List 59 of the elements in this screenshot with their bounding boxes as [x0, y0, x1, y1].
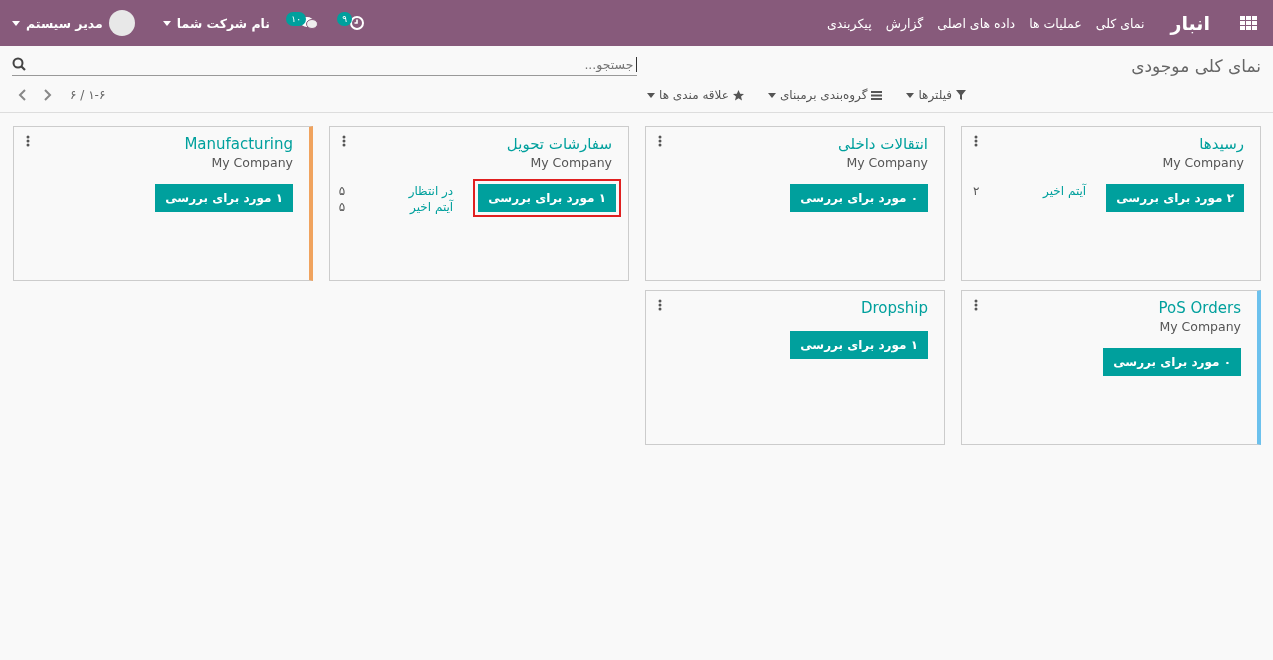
more-options-icon[interactable]: [26, 135, 30, 147]
more-options-icon[interactable]: [342, 135, 346, 147]
menu-item[interactable]: نمای کلی: [1095, 15, 1145, 31]
card-title[interactable]: انتقالات داخلی: [837, 135, 928, 153]
to-process-button[interactable]: ۰ مورد برای بررسی: [790, 184, 928, 212]
user-menu[interactable]: مدیر سیستم: [12, 10, 135, 36]
clock-icon[interactable]: [350, 16, 364, 30]
pager-value[interactable]: ۱-۶ / ۶: [70, 88, 106, 102]
company-name: My Company: [1162, 155, 1244, 170]
to-process-button[interactable]: ۰ مورد برای بررسی: [1103, 348, 1241, 376]
apps-grid-icon[interactable]: [1240, 15, 1257, 31]
filter-dropdown[interactable]: علاقه مندی ها: [647, 88, 744, 102]
menu-item[interactable]: عملیات ها: [1029, 15, 1082, 31]
company-name: My Company: [530, 155, 612, 170]
messages-count: ۱۰: [286, 12, 306, 26]
star-icon: [732, 89, 744, 101]
stat-value: ۵: [338, 200, 347, 214]
activity-count: ۹: [337, 12, 352, 26]
chevron-left-icon[interactable]: [18, 89, 26, 101]
filter-dropdown[interactable]: گروه‌بندی برمبنای: [767, 88, 883, 102]
menu-item[interactable]: پیکربندی: [826, 15, 872, 31]
more-options-icon[interactable]: [974, 299, 978, 311]
stat-value: ۵: [338, 184, 347, 198]
company-name: My Company: [1159, 319, 1241, 334]
filter-icon: [956, 90, 966, 100]
menu-item[interactable]: گزارش: [885, 15, 924, 31]
more-options-icon[interactable]: [658, 135, 662, 147]
card-title[interactable]: رسیدها: [1199, 135, 1244, 153]
chevron-right-icon[interactable]: [44, 89, 52, 101]
search-icon[interactable]: [12, 57, 26, 71]
card-title[interactable]: Dropship: [860, 299, 928, 317]
caret-icon: [906, 92, 915, 98]
to-process-button[interactable]: ۱ مورد برای بررسی: [478, 184, 616, 212]
more-options-icon[interactable]: [974, 135, 978, 147]
menu-item[interactable]: داده های اصلی: [937, 15, 1016, 31]
filter-dropdown[interactable]: فیلترها: [906, 88, 966, 102]
breadcrumb: نمای کلی موجودی: [1130, 56, 1261, 76]
stat-link[interactable]: در انتظار: [408, 184, 454, 198]
company-name: My Company: [211, 155, 293, 170]
card-title[interactable]: سفارشات تحویل: [506, 135, 612, 153]
stat-value: ۲: [973, 184, 981, 198]
company-switcher[interactable]: نام شرکت شما: [162, 15, 270, 31]
card-title[interactable]: Manufacturing: [184, 135, 293, 153]
to-process-button[interactable]: ۱ مورد برای بررسی: [790, 331, 928, 359]
caret-icon: [767, 92, 776, 98]
stat-link[interactable]: آیتم اخیر: [408, 200, 454, 214]
caret-icon: [162, 20, 171, 26]
stat-link[interactable]: آیتم اخیر: [1043, 184, 1087, 198]
card-title[interactable]: PoS Orders: [1158, 299, 1241, 317]
to-process-button[interactable]: ۲ مورد برای بررسی: [1106, 184, 1244, 212]
caret-icon: [647, 92, 656, 98]
avatar-icon: [108, 10, 135, 36]
caret-icon: [12, 20, 20, 26]
list-icon: [871, 90, 883, 100]
company-name: My Company: [846, 155, 928, 170]
search-field[interactable]: جستجو...: [26, 56, 637, 72]
to-process-button[interactable]: ۱ مورد برای بررسی: [155, 184, 293, 212]
more-options-icon[interactable]: [658, 299, 662, 311]
app-title: انبار: [1170, 12, 1210, 34]
